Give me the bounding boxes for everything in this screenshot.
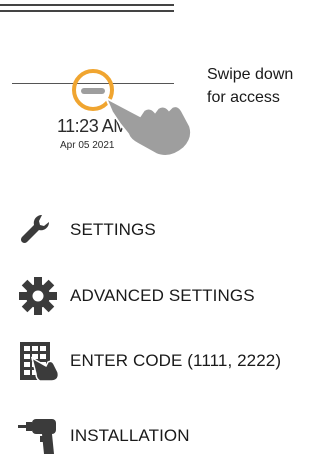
menu-item-installation[interactable]: INSTALLATION xyxy=(18,416,328,456)
swipe-hint-line2: for access xyxy=(207,89,280,106)
swipe-gesture-illustration xyxy=(72,69,193,157)
header-top-line xyxy=(0,4,174,6)
swipe-hint-text: Swipe down for access xyxy=(207,63,327,109)
menu-item-label: INSTALLATION xyxy=(70,426,190,445)
menu-item-label: ADVANCED SETTINGS xyxy=(70,286,255,305)
pull-handle-icon xyxy=(72,69,114,111)
keypad-hand-icon xyxy=(18,341,70,382)
menu-item-label: ENTER CODE (1111, 2222) xyxy=(70,351,282,370)
menu-item-advanced-settings[interactable]: ADVANCED SETTINGS xyxy=(18,276,328,316)
menu-item-settings[interactable]: SETTINGS xyxy=(18,210,328,250)
menu-item-enter-code[interactable]: ENTER CODE (1111, 2222) xyxy=(18,341,328,382)
header-top-line-2 xyxy=(0,10,174,12)
swipe-hint-line1: Swipe down xyxy=(207,66,294,83)
wrench-icon xyxy=(18,210,70,250)
pointing-hand-icon xyxy=(103,95,193,157)
drill-icon xyxy=(18,416,70,456)
gear-icon xyxy=(18,276,70,316)
menu-item-label: SETTINGS xyxy=(70,220,156,239)
